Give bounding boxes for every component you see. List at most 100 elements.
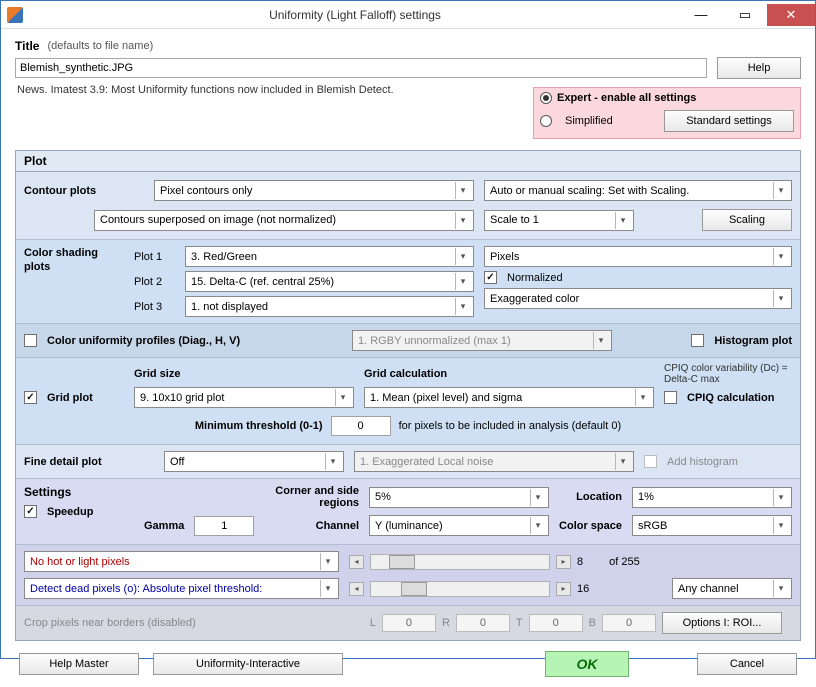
gamma-input[interactable]: [194, 516, 254, 536]
standard-settings-button[interactable]: Standard settings: [664, 110, 794, 132]
hot-slider[interactable]: [370, 554, 550, 570]
slider-left-button[interactable]: ◂: [349, 582, 364, 596]
close-button[interactable]: ✕: [767, 4, 815, 26]
scale-to-select[interactable]: Scale to 1▾: [484, 210, 634, 231]
colorspace-select[interactable]: sRGB▾: [632, 515, 792, 536]
uniformity-interactive-button[interactable]: Uniformity-Interactive: [153, 653, 343, 675]
contour-row1: Contour plots Pixel contours only▾ Auto …: [16, 172, 800, 205]
grid-row: Grid size Grid calculation CPIQ color va…: [16, 357, 800, 387]
chevron-down-icon: ▾: [593, 332, 608, 349]
title-input[interactable]: [15, 58, 707, 78]
chevron-down-icon: ▾: [773, 290, 788, 307]
cpiq-checkbox[interactable]: [664, 391, 677, 404]
chevron-down-icon: ▾: [773, 182, 788, 199]
plot-panel: Plot Contour plots Pixel contours only▾ …: [15, 150, 801, 641]
grid-row2: Grid plot 9. 10x10 grid plot▾ 1. Mean (p…: [16, 387, 800, 412]
title-label: Title: [15, 39, 39, 53]
plot2-select[interactable]: 15. Delta-C (ref. central 25%)▾: [185, 271, 474, 292]
contour-label: Contour plots: [24, 185, 144, 197]
plot-header: Plot: [16, 151, 800, 172]
content: Title (defaults to file name) Help News.…: [1, 29, 815, 687]
help-button[interactable]: Help: [717, 57, 801, 79]
plot1-select[interactable]: 3. Red/Green▾: [185, 246, 474, 267]
exaggerated-color-select[interactable]: Exaggerated color▾: [484, 288, 792, 309]
expert-box: Expert - enable all settings Simplified …: [533, 87, 801, 139]
plot3-select[interactable]: 1. not displayed▾: [185, 296, 474, 317]
color-uniformity-label: Color uniformity profiles (Diag., H, V): [47, 335, 240, 347]
normalized-checkbox[interactable]: [484, 271, 497, 284]
window-buttons: — ▭ ✕: [679, 4, 815, 26]
of-255: of 255: [609, 556, 640, 568]
crop-t-input: [529, 614, 583, 632]
corner-regions-select[interactable]: 5%▾: [369, 487, 549, 508]
title-row: Title (defaults to file name): [15, 39, 801, 53]
dead-slider[interactable]: [370, 581, 550, 597]
rgby-select: 1. RGBY unnormalized (max 1)▾: [352, 330, 612, 351]
speedup-checkbox[interactable]: [24, 505, 37, 518]
corner-regions-label: Corner and side regions: [274, 485, 359, 509]
color-shading-label: Color shading plots: [24, 246, 124, 275]
scaling-mode-select[interactable]: Auto or manual scaling: Set with Scaling…: [484, 180, 792, 201]
speedup-label: Speedup: [47, 506, 93, 518]
plot1-label: Plot 1: [134, 251, 179, 263]
grid-plot-checkbox[interactable]: [24, 391, 37, 404]
colorspace-label: Color space: [559, 520, 622, 532]
min-threshold-label: Minimum threshold (0-1): [195, 420, 323, 432]
slider-right-button[interactable]: ▸: [556, 555, 571, 569]
pixels-select[interactable]: Pixels▾: [484, 246, 792, 267]
hot-pixels-row: No hot or light pixels▾ ◂ ▸ 8 of 255: [16, 544, 800, 574]
radio-simplified[interactable]: [540, 115, 552, 127]
minimize-button[interactable]: —: [679, 4, 723, 26]
fine-detail-row: Fine detail plot Off▾ 1. Exaggerated Loc…: [16, 444, 800, 478]
options-roi-button[interactable]: Options I: ROI...: [662, 612, 782, 634]
uniformity-profiles-row: Color uniformity profiles (Diag., H, V) …: [16, 323, 800, 357]
contour-select-1[interactable]: Pixel contours only▾: [154, 180, 474, 201]
settings-row: Settings Speedup Corner and side regions…: [16, 478, 800, 544]
chevron-down-icon: ▾: [635, 389, 650, 406]
channel-select[interactable]: Y (luminance)▾: [369, 515, 549, 536]
contour-row2: Contours superposed on image (not normal…: [16, 205, 800, 239]
contour-select-2[interactable]: Contours superposed on image (not normal…: [94, 210, 474, 231]
fine-detail-label: Fine detail plot: [24, 456, 154, 468]
cpiq-label: CPIQ calculation: [687, 392, 774, 404]
hot-pixels-select[interactable]: No hot or light pixels▾: [24, 551, 339, 572]
chevron-down-icon: ▾: [325, 453, 340, 470]
chevron-down-icon: ▾: [530, 517, 545, 534]
help-master-button[interactable]: Help Master: [19, 653, 139, 675]
plot3-label: Plot 3: [134, 301, 179, 313]
ok-button[interactable]: OK: [545, 651, 629, 677]
dead-value: 16: [577, 583, 589, 595]
maximize-button[interactable]: ▭: [723, 4, 767, 26]
chevron-down-icon: ▾: [773, 517, 788, 534]
any-channel-select[interactable]: Any channel▾: [672, 578, 792, 599]
fine-detail-select-1[interactable]: Off▾: [164, 451, 344, 472]
titlebar: Uniformity (Light Falloff) settings — ▭ …: [1, 1, 815, 29]
grid-row3: Minimum threshold (0-1) for pixels to be…: [16, 412, 800, 444]
add-histogram-label: Add histogram: [667, 456, 738, 468]
slider-left-button[interactable]: ◂: [349, 555, 364, 569]
histogram-checkbox[interactable]: [691, 334, 704, 347]
scaling-button[interactable]: Scaling: [702, 209, 792, 231]
chevron-down-icon: ▾: [455, 273, 470, 290]
slider-thumb[interactable]: [401, 582, 427, 596]
add-histogram-checkbox: [644, 455, 657, 468]
radio-simplified-label: Simplified: [565, 115, 613, 127]
histogram-label: Histogram plot: [714, 335, 792, 347]
location-select[interactable]: 1%▾: [632, 487, 792, 508]
grid-size-select[interactable]: 9. 10x10 grid plot▾: [134, 387, 354, 408]
dead-pixels-row: Detect dead pixels (o): Absolute pixel t…: [16, 574, 800, 605]
crop-row: Crop pixels near borders (disabled) L R …: [16, 605, 800, 640]
dead-pixels-select[interactable]: Detect dead pixels (o): Absolute pixel t…: [24, 578, 339, 599]
grid-calc-select[interactable]: 1. Mean (pixel level) and sigma▾: [364, 387, 654, 408]
chevron-down-icon: ▾: [615, 453, 630, 470]
color-uniformity-checkbox[interactable]: [24, 334, 37, 347]
slider-thumb[interactable]: [389, 555, 415, 569]
slider-right-button[interactable]: ▸: [556, 582, 571, 596]
chevron-down-icon: ▾: [773, 248, 788, 265]
crop-l-input: [382, 614, 436, 632]
radio-expert[interactable]: [540, 92, 552, 104]
chevron-down-icon: ▾: [455, 248, 470, 265]
min-threshold-input[interactable]: [331, 416, 391, 436]
window-title: Uniformity (Light Falloff) settings: [31, 8, 679, 22]
cancel-button[interactable]: Cancel: [697, 653, 797, 675]
